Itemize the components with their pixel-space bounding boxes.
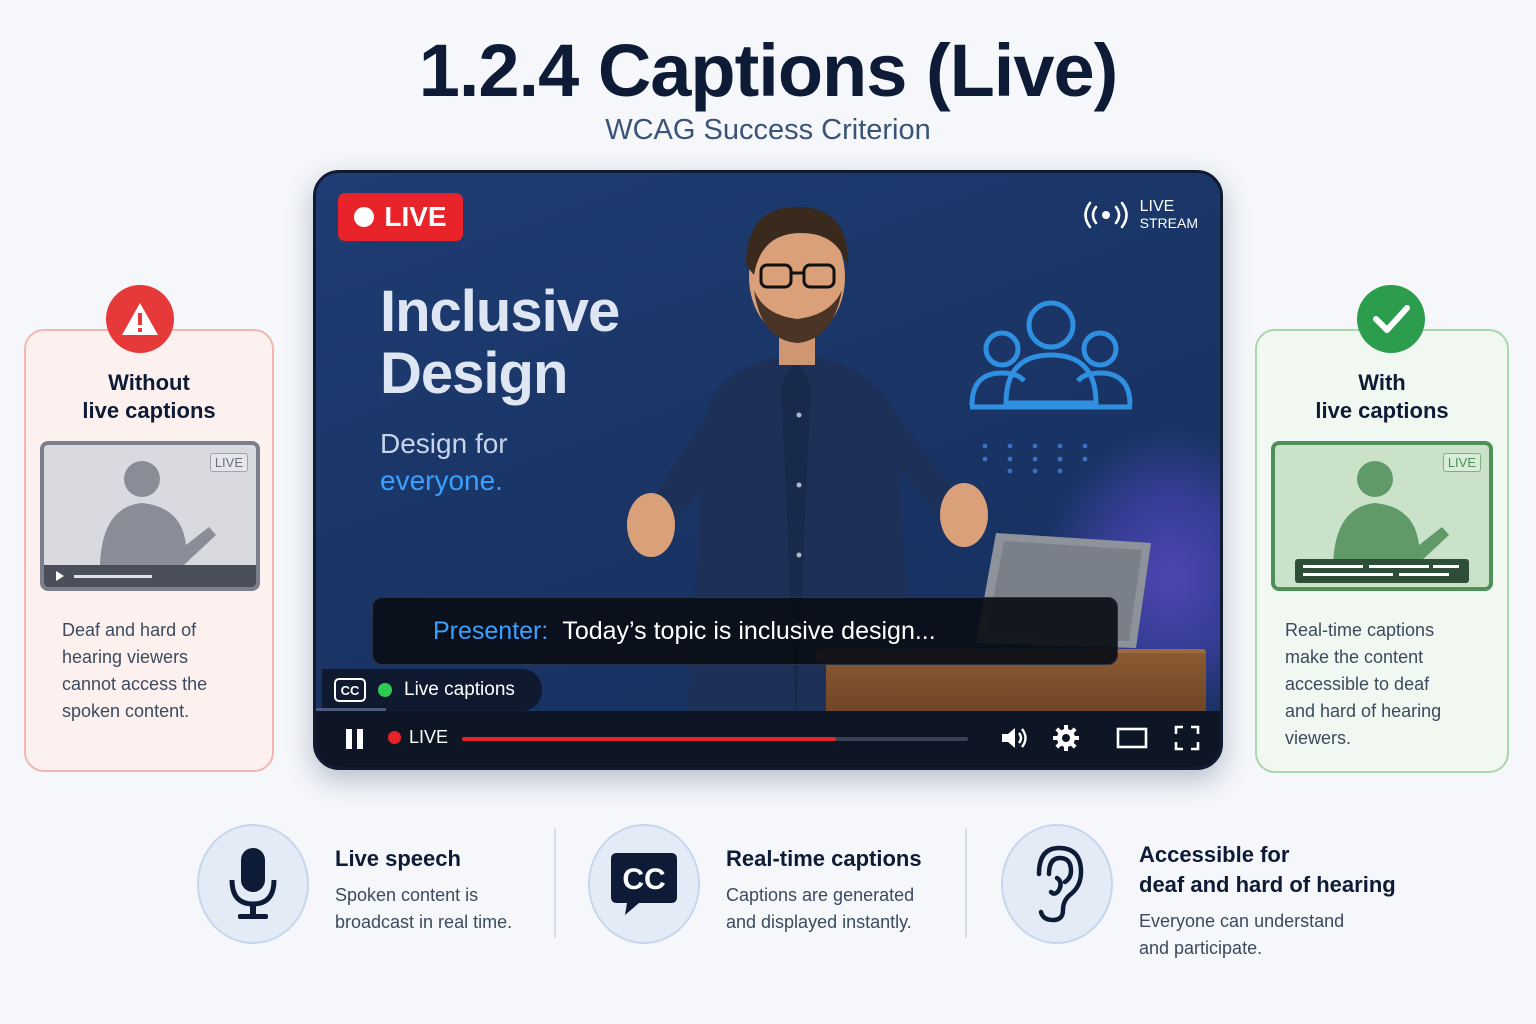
card-body-line: hearing viewers [62,647,189,667]
fullscreen-icon[interactable] [1174,725,1200,751]
warning-icon [122,303,158,335]
player-controls: LIVE [316,711,1220,767]
presenter-silhouette [1295,461,1469,583]
status-dot-icon [378,683,392,697]
ear-icon [1036,845,1084,923]
live-dot-icon [354,207,375,227]
progress-fill [462,737,837,741]
card-heading-line2: live captions [82,398,216,423]
slide-subtitle-line1: Design for [380,428,508,459]
feature-description: Everyone can understand and participate. [1139,908,1396,962]
checkmark-icon [1373,305,1410,333]
feature-title-line: deaf and hard of hearing [1139,872,1396,897]
caption-speaker: Presenter: [433,616,549,645]
cc-icon: CC [611,853,677,915]
captions-status-label: Live captions [404,679,515,700]
page-subtitle: WCAG Success Criterion [605,114,931,146]
thumbnail-no-captions: LIVE [40,441,260,591]
feature-title-line: Accessible for [1139,842,1290,867]
gear-icon[interactable] [1052,724,1080,752]
feature-title: Live speech [335,846,461,871]
feature-desc-line: Everyone can understand [1139,911,1345,931]
card-body-line: spoken content. [62,701,190,721]
card-body-line: cannot access the [62,674,208,694]
feature-accessible: Accessible for deaf and hard of hearing … [1001,824,1396,962]
live-stream-tag: LIVE STREAM [1083,198,1198,232]
card-body-line: and hard of hearing [1285,701,1442,721]
card-with-captions: With live captions LIVE Real-time captio… [1255,285,1509,773]
controls-live-indicator[interactable]: LIVE [388,727,448,748]
feature-divider [554,828,556,938]
progress-bar[interactable] [462,737,968,741]
card-body-line: viewers. [1285,728,1352,748]
stream-text-line2: STREAM [1139,215,1198,231]
feature-text: Accessible for deaf and hard of hearing … [1139,824,1396,962]
thumbnail-with-captions: LIVE [1271,441,1493,591]
live-badge: LIVE [338,193,463,241]
card-body: Deaf and hard of hearing viewers cannot … [62,617,207,725]
live-badge-label: LIVE [384,201,447,232]
presenter-silhouette [44,461,256,587]
card-body-line: Real-time captions [1285,620,1435,640]
card-heading-line1: With [1358,370,1406,395]
feature-live-speech: Live speech Spoken content is broadcast … [197,824,512,944]
feature-title: Real-time captions [726,846,922,871]
microphone-icon [229,848,277,919]
live-red-dot-icon [388,731,401,744]
card-without-captions: Without live captions LIVE Deaf and hard… [24,285,274,772]
warning-badge [106,285,174,353]
card-body: Real-time captions make the content acce… [1285,617,1441,752]
feature-desc-line: and participate. [1139,938,1263,958]
feature-desc-line: and displayed instantly. [726,912,912,932]
controls-live-label: LIVE [409,727,449,747]
card-heading-line2: live captions [1315,398,1449,423]
feature-text: Real-time captions Captions are generate… [726,824,922,944]
card-body-line: Deaf and hard of [62,620,197,640]
slide-title: Inclusive Design [380,279,620,406]
feature-icon-circle [1001,824,1113,944]
feature-icon-circle: CC [588,824,700,944]
theater-mode-icon[interactable] [1116,727,1148,749]
feature-real-time-captions: CC Real-time captions Captions are gener… [588,824,922,944]
card-heading: Without live captions [26,369,272,425]
stream-text: LIVE STREAM [1139,198,1198,232]
card-body-line: accessible to deaf [1285,674,1430,694]
feature-text: Live speech Spoken content is broadcast … [335,824,512,944]
stream-text-line1: LIVE [1139,198,1175,215]
pause-icon[interactable] [344,727,366,751]
card-body-line: make the content [1285,647,1424,667]
feature-icon-circle [197,824,309,944]
feature-title: Accessible for deaf and hard of hearing [1139,840,1396,900]
check-badge [1357,285,1425,353]
broadcast-icon [1083,201,1128,229]
slide-title-line1: Inclusive [380,279,620,344]
feature-description: Spoken content is broadcast in real time… [335,882,512,936]
captions-toggle[interactable]: CC Live captions [322,669,542,711]
volume-icon[interactable] [1000,724,1030,752]
cc-icon: CC [334,678,366,702]
slide-title-line2: Design [380,341,568,406]
feature-desc-line: Captions are generated [726,885,915,905]
video-player[interactable]: Inclusive Design Design for everyone. LI… [313,170,1223,770]
page-title: 1.2.4 Captions (Live) [418,29,1119,112]
svg-text:CC: CC [622,863,665,896]
card-heading: With live captions [1257,369,1507,425]
feature-description: Captions are generated and displayed ins… [726,882,922,936]
card-heading-line1: Without [108,370,190,395]
feature-desc-line: broadcast in real time. [335,912,513,932]
feature-divider [965,828,967,938]
slide-subtitle-line2: everyone. [380,465,503,496]
feature-desc-line: Spoken content is [335,885,479,905]
live-caption-overlay: Presenter: Today’s topic is inclusive de… [372,597,1118,665]
caption-text: Today’s topic is inclusive design... [562,616,936,645]
